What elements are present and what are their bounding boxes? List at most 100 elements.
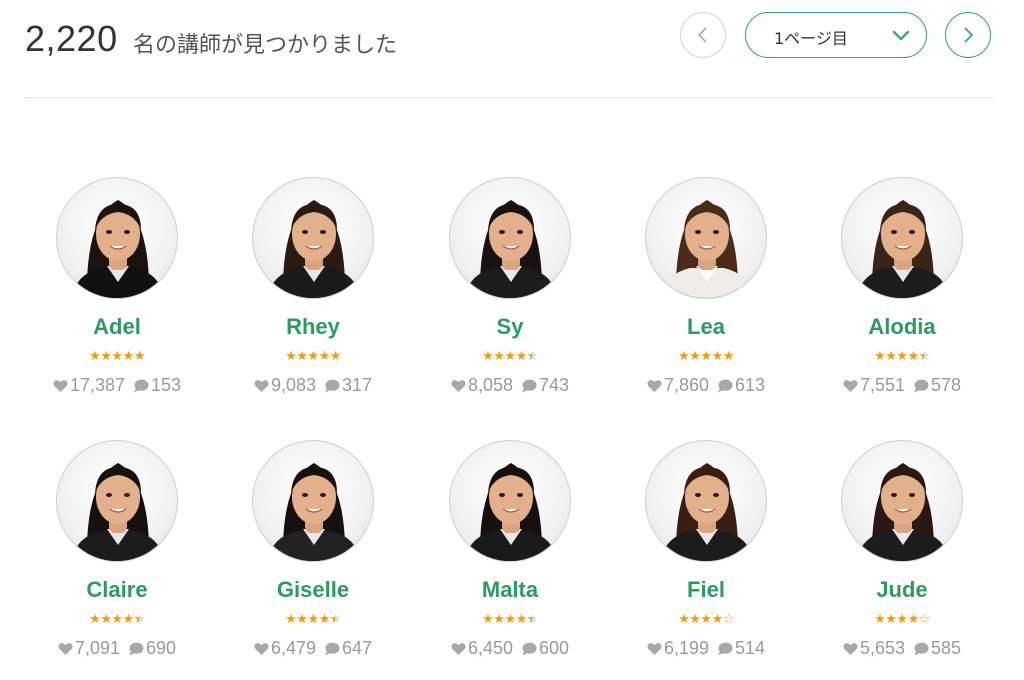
star-rating: ★★★★☆ — [804, 612, 1000, 628]
comment-icon — [522, 642, 537, 656]
star-rating: ★★★★☆ — [608, 612, 804, 628]
review-count: 600 — [539, 638, 570, 658]
portrait-image — [267, 463, 361, 561]
teacher-stats: 9,083 317 — [215, 375, 411, 396]
star-full-icon: ★ — [296, 612, 308, 627]
comment-icon — [914, 379, 929, 393]
favorite-count: 5,653 — [859, 638, 905, 658]
teacher-name-link[interactable]: Giselle — [215, 577, 411, 603]
star-full-icon: ★ — [493, 349, 505, 364]
star-full-icon: ★ — [874, 349, 886, 364]
star-full-icon: ★ — [482, 612, 494, 627]
portrait-image — [267, 200, 361, 298]
teacher-photo[interactable] — [645, 177, 767, 299]
teacher-photo[interactable] — [56, 440, 178, 562]
star-half-icon: ★ — [134, 612, 146, 628]
teacher-name-link[interactable]: Alodia — [804, 314, 1000, 340]
star-half-icon: ★ — [919, 349, 931, 365]
star-full-icon: ★ — [896, 612, 908, 627]
star-full-icon: ★ — [329, 349, 342, 364]
star-rating: ★★★★★ — [215, 612, 411, 628]
heart-icon — [58, 643, 73, 655]
teacher-card[interactable]: Giselle★★★★★6,479647 — [215, 440, 411, 680]
review-count: 647 — [342, 638, 373, 658]
star-full-icon: ★ — [100, 349, 112, 364]
star-full-icon: ★ — [689, 612, 701, 627]
comment-icon — [718, 379, 733, 393]
teacher-photo[interactable] — [841, 177, 963, 299]
star-full-icon: ★ — [689, 349, 701, 364]
favorite-count: 8,058 — [467, 375, 513, 395]
teacher-card[interactable]: Fiel ★★★★☆ 6,199 514 — [608, 440, 804, 680]
teacher-photo[interactable] — [645, 440, 767, 562]
star-full-icon: ★ — [133, 349, 146, 364]
teacher-photo[interactable] — [252, 177, 374, 299]
star-rating: ★★★★★ — [215, 349, 411, 365]
star-half-icon: ★ — [330, 612, 342, 628]
favorite-count: 6,450 — [467, 638, 513, 658]
teacher-stats: 5,653 585 — [804, 638, 1000, 659]
teacher-card[interactable]: Lea ★★★★★ 7,860 613 — [608, 177, 804, 417]
star-full-icon: ★ — [678, 349, 690, 364]
star-full-icon: ★ — [493, 612, 505, 627]
teacher-card[interactable]: Alodia★★★★★7,551578 — [804, 177, 1000, 417]
teacher-name-link[interactable]: Lea — [608, 314, 804, 340]
heart-icon — [647, 380, 662, 392]
star-full-icon: ★ — [515, 612, 528, 627]
star-full-icon: ★ — [482, 349, 494, 364]
teacher-name-link[interactable]: Rhey — [215, 314, 411, 340]
teacher-card[interactable]: Jude ★★★★☆ 5,653 585 — [804, 440, 1000, 680]
comment-icon — [325, 642, 340, 656]
teacher-stats: 8,058 743 — [412, 375, 608, 396]
star-full-icon: ★ — [515, 349, 528, 364]
star-full-icon: ★ — [122, 612, 135, 627]
star-full-icon: ★ — [907, 349, 920, 364]
star-rating: ★★★★★ — [19, 612, 215, 628]
teacher-card[interactable]: Adel ★★★★★ 17,387 153 — [19, 177, 215, 417]
favorite-count: 7,860 — [663, 375, 709, 395]
star-full-icon: ★ — [296, 349, 308, 364]
teacher-photo[interactable] — [841, 440, 963, 562]
star-full-icon: ★ — [504, 612, 516, 627]
teacher-name-link[interactable]: Sy — [412, 314, 608, 340]
star-half-icon: ★ — [527, 612, 539, 628]
heart-icon — [647, 643, 662, 655]
teacher-card[interactable]: Malta★★★★★6,450600 — [412, 440, 608, 680]
teacher-photo[interactable] — [449, 440, 571, 562]
star-half-icon: ★ — [527, 349, 539, 365]
review-count: 514 — [735, 638, 766, 658]
star-full-icon: ★ — [700, 349, 712, 364]
star-full-icon: ★ — [89, 612, 101, 627]
teacher-card[interactable]: Rhey ★★★★★ 9,083 317 — [215, 177, 411, 417]
star-full-icon: ★ — [885, 349, 897, 364]
teacher-stats: 6,479 647 — [215, 638, 411, 659]
portrait-image — [660, 200, 754, 298]
teacher-grid: Adel ★★★★★ 17,387 153 Rhey ★★★★★ 9,083 317 Sy ★★★… — [0, 0, 1024, 673]
star-full-icon: ★ — [711, 612, 724, 627]
teacher-name-link[interactable]: Claire — [19, 577, 215, 603]
teacher-stats: 6,450 600 — [412, 638, 608, 659]
star-full-icon: ★ — [122, 349, 135, 364]
star-full-icon: ★ — [111, 349, 123, 364]
teacher-name-link[interactable]: Malta — [412, 577, 608, 603]
teacher-photo[interactable] — [252, 440, 374, 562]
teacher-card[interactable]: Claire★★★★★7,091690 — [19, 440, 215, 680]
star-full-icon: ★ — [100, 612, 112, 627]
teacher-name-link[interactable]: Jude — [804, 577, 1000, 603]
favorite-count: 7,551 — [859, 375, 905, 395]
favorite-count: 7,091 — [74, 638, 120, 658]
star-empty-icon: ☆ — [722, 612, 735, 627]
teacher-name-link[interactable]: Adel — [19, 314, 215, 340]
teacher-name-link[interactable]: Fiel — [608, 577, 804, 603]
comment-icon — [134, 379, 149, 393]
teacher-photo[interactable] — [56, 177, 178, 299]
teacher-card[interactable]: Sy ★★★★★ 8,058743 — [412, 177, 608, 417]
portrait-image — [464, 463, 558, 561]
teacher-photo[interactable] — [449, 177, 571, 299]
comment-icon — [914, 642, 929, 656]
star-empty-icon: ☆ — [918, 612, 931, 627]
star-rating: ★★★★★ — [412, 349, 608, 365]
teacher-stats: 6,199 514 — [608, 638, 804, 659]
heart-icon — [843, 643, 858, 655]
portrait-image — [856, 463, 950, 561]
